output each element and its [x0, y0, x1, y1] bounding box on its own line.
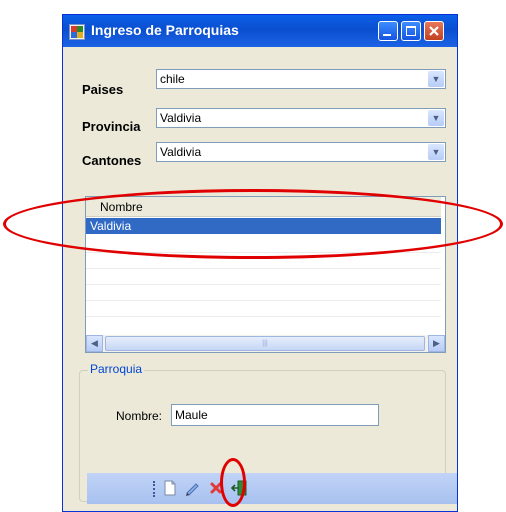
new-button[interactable]: [161, 479, 179, 497]
edit-pencil-icon: [186, 483, 199, 496]
paises-label: Paises: [82, 82, 124, 97]
provincia-combobox[interactable]: Valdivia ▼: [156, 108, 446, 128]
paises-value: chile: [160, 72, 185, 86]
provincia-value: Valdivia: [160, 111, 202, 125]
scroll-right-button[interactable]: ▶: [428, 335, 445, 352]
maximize-icon: [406, 26, 416, 36]
horizontal-scrollbar[interactable]: ◀ ||| ▶: [86, 335, 445, 352]
chevron-down-icon[interactable]: ▼: [428, 71, 444, 87]
group-title: Parroquia: [88, 362, 145, 376]
parroquias-window: Ingreso de Parroquias Paises chile ▼ Pro…: [62, 14, 458, 512]
cantones-value: Valdivia: [160, 145, 202, 159]
paises-combobox[interactable]: chile ▼: [156, 69, 446, 89]
nombre-input-value: Maule: [175, 408, 208, 422]
nombre-label: Nombre:: [116, 409, 163, 423]
title-bar[interactable]: Ingreso de Parroquias: [63, 15, 457, 47]
grid-line: [86, 316, 441, 317]
minimize-button[interactable]: [378, 21, 398, 41]
scroll-left-button[interactable]: ◀: [86, 335, 103, 352]
toolbar: [87, 473, 457, 504]
scroll-thumb[interactable]: |||: [105, 336, 425, 351]
grid-line: [86, 268, 441, 269]
grid-line: [86, 300, 441, 301]
window-title: Ingreso de Parroquias: [91, 22, 239, 38]
cantones-label: Cantones: [82, 153, 142, 168]
maximize-button[interactable]: [401, 21, 421, 41]
grid-line: [86, 284, 441, 285]
app-form-icon: [69, 24, 85, 40]
close-icon: [429, 26, 439, 36]
annotation-ellipse-delete-button: [220, 458, 246, 507]
minimize-icon: [383, 34, 391, 36]
chevron-down-icon[interactable]: ▼: [428, 110, 444, 126]
edit-button[interactable]: [183, 479, 201, 497]
chevron-down-icon[interactable]: ▼: [428, 144, 444, 160]
nombre-input[interactable]: Maule: [171, 404, 379, 426]
new-document-icon: [164, 480, 176, 496]
close-button[interactable]: [424, 21, 444, 41]
cantones-combobox[interactable]: Valdivia ▼: [156, 142, 446, 162]
provincia-label: Provincia: [82, 119, 141, 134]
annotation-ellipse-list-row: [3, 189, 503, 259]
toolbar-grip[interactable]: [153, 481, 157, 497]
